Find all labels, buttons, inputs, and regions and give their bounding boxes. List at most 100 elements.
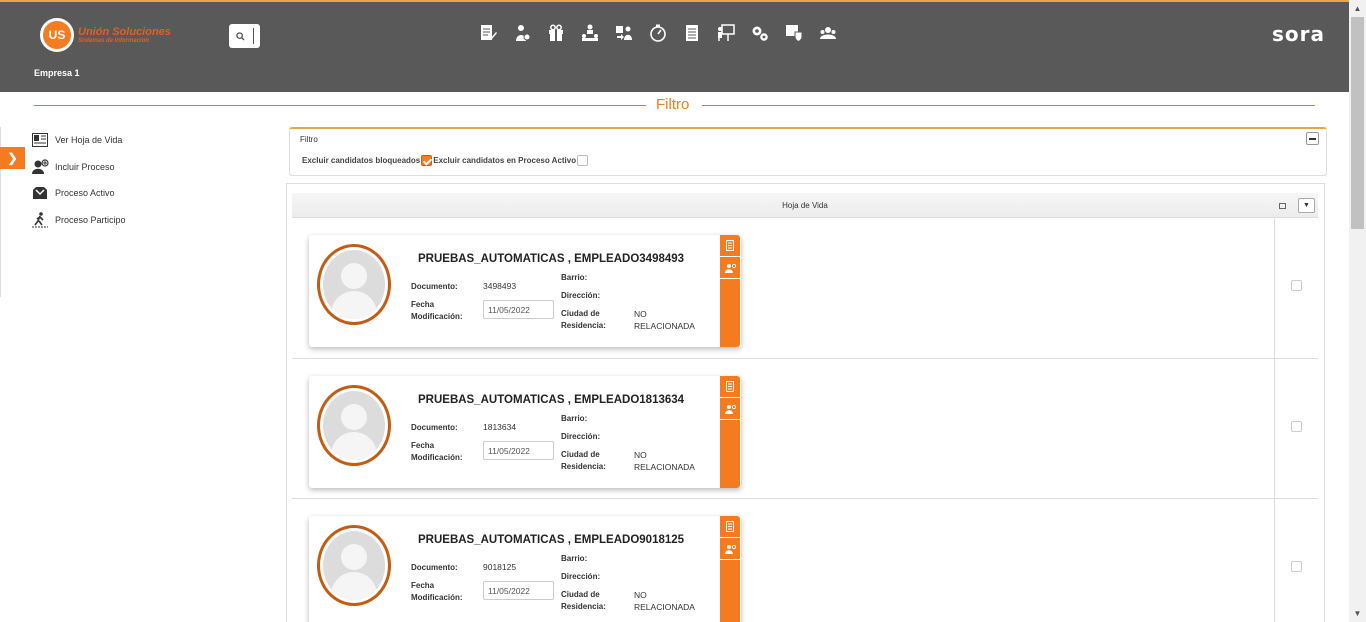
section-title-bar: Filtro [34, 96, 1315, 116]
sidebar-item-label: Proceso Activo [55, 188, 115, 199]
add-to-process-icon[interactable] [720, 398, 740, 420]
ciudad-label: Ciudad de [561, 450, 600, 459]
logo-title: Unión Soluciones [78, 25, 171, 38]
select-all-checkbox[interactable] [1279, 203, 1286, 209]
row-select-checkbox[interactable] [1291, 561, 1302, 572]
exclude-active-label: Excluir candidatos en Proceso Activo [433, 156, 577, 165]
documento-value: 1813634 [483, 422, 517, 432]
person-process-icon[interactable] [512, 23, 532, 43]
scroll-up-arrow-icon[interactable]: ▲ [1349, 0, 1366, 17]
sidebar-item-label: Ver Hoja de Vida [55, 135, 123, 146]
candidate-card[interactable]: PRUEBAS_AUTOMATICAS , EMPLEADO9018125 Do… [309, 516, 741, 622]
sidebar-item-incluir-proceso[interactable]: Incluir Proceso [31, 154, 126, 181]
collapse-button[interactable] [1306, 132, 1319, 145]
filter-panel-title: Filtro [300, 135, 318, 144]
fecha-field[interactable]: 11/05/2022 [483, 581, 554, 600]
company-name: Empresa 1 [34, 68, 80, 78]
org-chart-icon[interactable] [580, 23, 600, 43]
avatar [317, 385, 391, 466]
ciudad-value: NO [634, 309, 647, 319]
documento-value: 3498493 [483, 281, 517, 291]
scroll-thumb[interactable] [1351, 17, 1364, 229]
ciudad-value: NO [634, 450, 647, 460]
page-title: Filtro [656, 96, 690, 113]
card-actions [720, 235, 740, 347]
presentation-icon[interactable] [716, 23, 736, 43]
document-list-icon[interactable] [682, 23, 702, 43]
documento-label: Documento: [411, 563, 458, 572]
ciudad-label-2: Residencia: [561, 321, 606, 330]
view-resume-icon[interactable] [720, 235, 740, 257]
barrio-label: Barrio: [561, 414, 588, 423]
documento-label: Documento: [411, 282, 458, 291]
sidebar-item-proceso-activo[interactable]: Proceso Activo [31, 180, 126, 207]
grid-options-dropdown[interactable]: ▼ [1298, 198, 1315, 213]
search-icon [236, 31, 245, 41]
ciudad-value-2: RELACIONADA [634, 462, 695, 472]
fecha-label: Fecha [411, 441, 435, 450]
avatar [317, 244, 391, 325]
gears-icon[interactable] [750, 23, 770, 43]
fecha-label: Fecha [411, 581, 435, 590]
documento-value: 9018125 [483, 562, 517, 572]
group-icon[interactable] [818, 23, 838, 43]
ciudad-label-2: Residencia: [561, 462, 606, 471]
card-actions [720, 376, 740, 488]
row-select-checkbox[interactable] [1291, 280, 1302, 291]
logo-subtitle: Sistemas de Información [78, 37, 150, 44]
ciudad-value-2: RELACIONADA [634, 321, 695, 331]
add-to-process-icon[interactable] [720, 538, 740, 560]
exclude-active-checkbox[interactable] [577, 155, 589, 166]
sidebar-item-proceso-participo[interactable]: Proceso Participo [31, 207, 126, 234]
fecha-field[interactable]: 11/05/2022 [483, 300, 554, 319]
main-nav [478, 23, 838, 43]
sidebar-toggle-button[interactable]: ❯ [0, 147, 25, 169]
sidebar-menu: Ver Hoja de Vida Incluir Proceso Proceso… [31, 127, 126, 233]
view-resume-icon[interactable] [720, 376, 740, 398]
sidebar-item-label: Incluir Proceso [55, 161, 115, 172]
app-logo[interactable]: US Unión Soluciones Sistemas de Informac… [40, 18, 171, 52]
grid-header: Hoja de Vida ▼ [292, 193, 1318, 218]
barrio-label: Barrio: [561, 273, 588, 282]
barrio-label: Barrio: [561, 554, 588, 563]
inbox-icon [31, 185, 49, 201]
search-button[interactable] [229, 24, 260, 48]
grid-title: Hoja de Vida [782, 201, 828, 210]
candidate-name: PRUEBAS_AUTOMATICAS , EMPLEADO9018125 [418, 534, 685, 546]
filter-panel: Filtro Excluir candidatos bloqueados Exc… [289, 127, 1327, 176]
avatar [317, 525, 391, 606]
candidate-name: PRUEBAS_AUTOMATICAS , EMPLEADO3498493 [418, 253, 685, 265]
sidebar-item-ver-hoja-de-vida[interactable]: Ver Hoja de Vida [31, 127, 126, 154]
view-resume-icon[interactable] [720, 516, 740, 538]
people-swap-icon[interactable] [614, 23, 634, 43]
gift-icon[interactable] [546, 23, 566, 43]
user-add-icon [31, 159, 49, 175]
fecha-label-2: Modificación: [411, 593, 463, 602]
fecha-field[interactable]: 11/05/2022 [483, 441, 554, 460]
documento-label: Documento: [411, 423, 458, 432]
candidate-card[interactable]: PRUEBAS_AUTOMATICAS , EMPLEADO3498493 Do… [309, 235, 741, 347]
exclude-blocked-checkbox[interactable] [421, 155, 433, 166]
shield-settings-icon[interactable] [784, 23, 804, 43]
ciudad-value: NO [634, 590, 647, 600]
timer-icon[interactable] [648, 23, 668, 43]
fecha-label: Fecha [411, 300, 435, 309]
brand-logo: sora [1272, 22, 1326, 46]
candidate-name: PRUEBAS_AUTOMATICAS , EMPLEADO1813634 [418, 394, 685, 406]
exclude-blocked-label: Excluir candidatos bloqueados [302, 156, 421, 165]
ciudad-value-2: RELACIONADA [634, 602, 695, 612]
fecha-label-2: Modificación: [411, 312, 463, 321]
direccion-label: Dirección: [561, 432, 601, 441]
caret-down-icon: ▼ [1303, 202, 1310, 209]
walking-person-icon [31, 211, 49, 228]
top-header: US Unión Soluciones Sistemas de Informac… [0, 0, 1349, 92]
ciudad-label: Ciudad de [561, 590, 600, 599]
scroll-down-arrow-icon[interactable]: ▼ [1349, 605, 1366, 622]
add-to-process-icon[interactable] [720, 257, 740, 279]
row-select-checkbox[interactable] [1291, 421, 1302, 432]
ciudad-label-2: Residencia: [561, 602, 606, 611]
page-scrollbar[interactable]: ▲ ▼ [1349, 0, 1366, 622]
fecha-label-2: Modificación: [411, 453, 463, 462]
resume-edit-icon[interactable] [478, 23, 498, 43]
candidate-card[interactable]: PRUEBAS_AUTOMATICAS , EMPLEADO1813634 Do… [309, 376, 741, 488]
